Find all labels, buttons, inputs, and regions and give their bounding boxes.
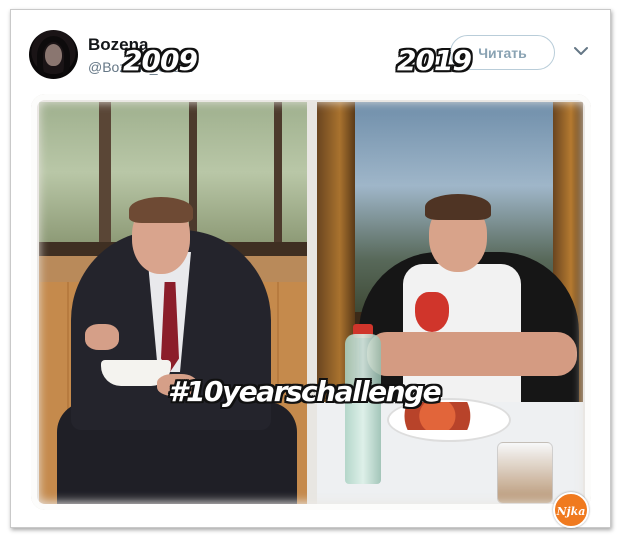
year-label-2019: 2019 [397, 44, 472, 77]
photo-2019 [317, 102, 583, 504]
water-bottle [345, 334, 381, 484]
year-label-2009: 2009 [123, 44, 198, 77]
glass [497, 442, 553, 504]
tweet-card: Bozena @Bozena_Grant Читать 2009 2019 #1… [10, 9, 611, 528]
watermark-logo: Njka [553, 492, 589, 528]
avatar[interactable] [29, 30, 78, 79]
photo-2009 [39, 102, 307, 504]
avatar-face [45, 44, 62, 66]
tweet-media-image[interactable] [31, 94, 591, 510]
hashtag-caption: #10yearschallenge [168, 375, 442, 408]
chevron-down-icon[interactable] [574, 46, 588, 56]
